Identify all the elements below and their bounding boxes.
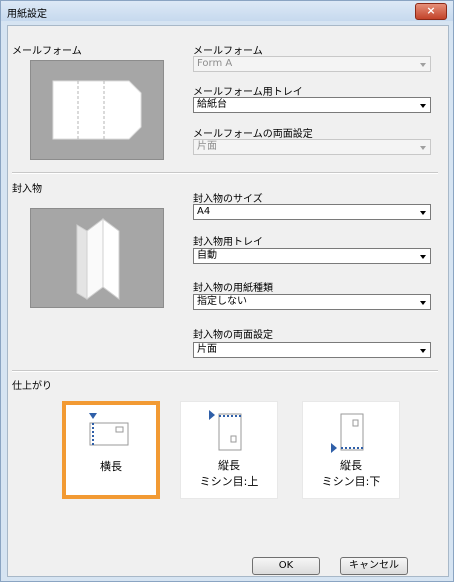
- mail-form-tray-select[interactable]: 給紙台: [193, 97, 431, 113]
- finish-option-portrait-top[interactable]: 縦長 ミシン目:上: [180, 401, 278, 499]
- paper-settings-dialog: 用紙設定 × メールフォーム メールフォーム Form A メールフォーム用トレ…: [0, 0, 454, 582]
- finish-section-label: 仕上がり: [12, 381, 52, 392]
- mail-form-section-label: メールフォーム: [12, 46, 82, 57]
- insert-preview: [30, 208, 164, 308]
- insert-tray-select[interactable]: 自動: [193, 248, 431, 264]
- chevron-down-icon: [420, 104, 426, 108]
- mail-form-preview: [30, 60, 164, 160]
- insert-duplex-select[interactable]: 片面: [193, 342, 431, 358]
- title-bar: 用紙設定 ×: [1, 1, 453, 21]
- mail-form-diagram-icon: [52, 80, 142, 140]
- insert-type-select[interactable]: 指定しない: [193, 294, 431, 310]
- mail-form-duplex-select[interactable]: 片面: [193, 139, 431, 155]
- finish-option-portrait-top-line2: ミシン目:上: [199, 475, 259, 488]
- chevron-down-icon: [420, 146, 426, 150]
- mail-form-label: メールフォーム: [193, 46, 263, 57]
- dialog-body: メールフォーム メールフォーム Form A メールフォーム用トレイ 給紙台 メ…: [7, 25, 449, 577]
- mail-form-tray-label: メールフォーム用トレイ: [193, 87, 303, 98]
- chevron-down-icon: [420, 63, 426, 67]
- mail-form-duplex-label: メールフォームの両面設定: [193, 129, 313, 140]
- folded-sheet-icon: [76, 218, 120, 300]
- chevron-down-icon: [420, 349, 426, 353]
- finish-option-portrait-bottom[interactable]: 縦長 ミシン目:下: [302, 401, 400, 499]
- chevron-down-icon: [420, 211, 426, 215]
- mail-form-select[interactable]: Form A: [193, 56, 431, 72]
- insert-type-label: 封入物の用紙種類: [193, 283, 273, 294]
- insert-duplex-label: 封入物の両面設定: [193, 330, 273, 341]
- insert-size-label: 封入物のサイズ: [193, 194, 263, 205]
- cancel-button[interactable]: キャンセル: [340, 557, 408, 575]
- mail-form-duplex-select-value: 片面: [197, 141, 217, 152]
- section-divider: [12, 172, 438, 174]
- insert-tray-label: 封入物用トレイ: [193, 237, 263, 248]
- mail-form-tray-select-value: 給紙台: [197, 99, 227, 110]
- insert-duplex-select-value: 片面: [197, 344, 217, 355]
- finish-option-landscape-label: 横長: [100, 460, 122, 473]
- section-divider: [12, 370, 438, 372]
- close-button[interactable]: ×: [415, 3, 447, 20]
- mail-form-select-value: Form A: [197, 58, 233, 69]
- insert-size-select-value: A4: [197, 206, 211, 217]
- portrait-bottom-envelope-icon: [331, 413, 364, 453]
- ok-button[interactable]: OK: [252, 557, 320, 575]
- insert-type-select-value: 指定しない: [197, 296, 247, 307]
- chevron-down-icon: [420, 255, 426, 259]
- insert-section-label: 封入物: [12, 184, 42, 195]
- portrait-top-envelope-icon: [209, 410, 242, 451]
- finish-option-landscape[interactable]: 横長: [62, 401, 160, 499]
- insert-size-select[interactable]: A4: [193, 204, 431, 220]
- dialog-title: 用紙設定: [7, 9, 47, 20]
- chevron-down-icon: [420, 301, 426, 305]
- finish-option-portrait-bottom-line2: ミシン目:下: [321, 475, 381, 488]
- finish-option-portrait-bottom-line1: 縦長: [340, 459, 362, 472]
- landscape-envelope-icon: [89, 413, 129, 446]
- insert-tray-select-value: 自動: [197, 250, 217, 261]
- finish-option-portrait-top-line1: 縦長: [218, 459, 240, 472]
